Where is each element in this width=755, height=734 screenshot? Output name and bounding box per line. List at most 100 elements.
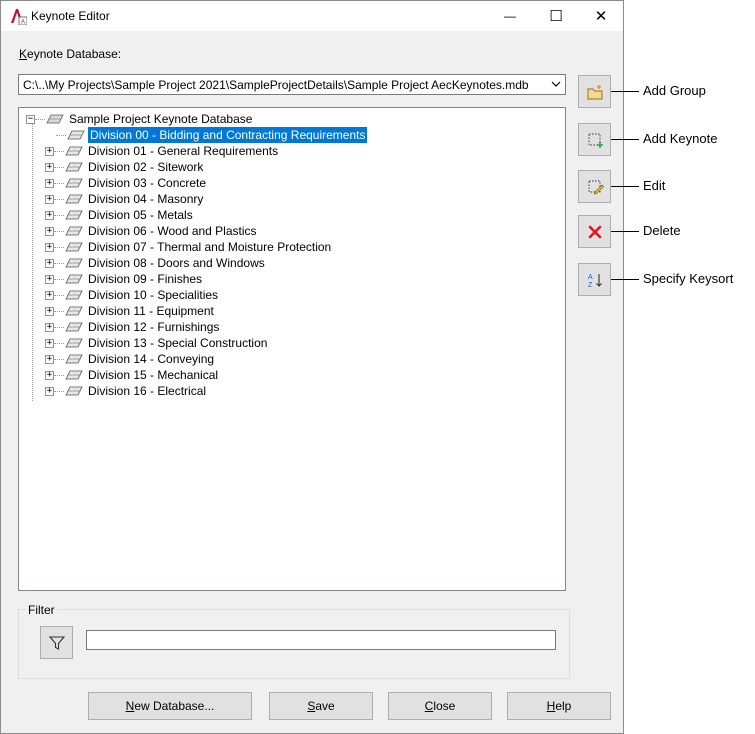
tree-item-label: Division 03 - Concrete bbox=[88, 176, 207, 190]
expand-icon[interactable]: + bbox=[45, 370, 54, 380]
tree-item-label: Division 09 - Finishes bbox=[88, 272, 203, 286]
minimize-button[interactable]: — bbox=[487, 1, 533, 31]
expand-icon[interactable]: + bbox=[45, 178, 54, 188]
expand-icon[interactable]: + bbox=[45, 338, 54, 348]
tree-item[interactable]: Division 00 - Bidding and Contracting Re… bbox=[45, 126, 369, 144]
filter-legend: Filter bbox=[26, 603, 57, 617]
edit-button[interactable] bbox=[578, 170, 611, 203]
tree-item[interactable]: + Division 05 - Metals bbox=[45, 207, 195, 223]
tree-item-label: Division 12 - Furnishings bbox=[88, 320, 220, 334]
close-icon: ✕ bbox=[594, 8, 608, 25]
keynote-database-icon bbox=[46, 114, 64, 124]
minimize-icon: — bbox=[504, 9, 516, 23]
chevron-down-icon[interactable] bbox=[551, 77, 561, 94]
expand-icon[interactable]: + bbox=[45, 210, 54, 220]
tree-item-label: Division 15 - Mechanical bbox=[88, 368, 219, 382]
keynote-group-icon bbox=[67, 130, 85, 140]
tree-item[interactable]: + Division 13 - Special Construction bbox=[45, 335, 269, 351]
tree-item[interactable]: + Division 14 - Conveying bbox=[45, 351, 216, 367]
expand-icon[interactable]: + bbox=[45, 258, 54, 268]
keynote-group-icon bbox=[65, 210, 83, 220]
callout-leader-line bbox=[611, 186, 639, 187]
tree-item[interactable]: + Division 10 - Specialities bbox=[45, 287, 220, 303]
add-group-button[interactable] bbox=[578, 75, 611, 108]
expand-icon[interactable]: + bbox=[45, 386, 54, 396]
save-button[interactable]: Save bbox=[269, 692, 373, 720]
expand-icon[interactable]: + bbox=[45, 306, 54, 316]
callout-label: Delete bbox=[643, 223, 681, 238]
collapse-icon[interactable]: − bbox=[26, 114, 35, 124]
expand-icon[interactable]: + bbox=[45, 242, 54, 252]
tree-branch-line bbox=[54, 310, 64, 312]
funnel-icon bbox=[48, 635, 65, 650]
tree-item[interactable]: + Division 12 - Furnishings bbox=[45, 319, 221, 335]
tree-item-label: Division 13 - Special Construction bbox=[88, 336, 268, 350]
tree-item-label: Division 14 - Conveying bbox=[88, 352, 215, 366]
callout-label: Edit bbox=[643, 178, 666, 193]
expand-icon[interactable]: + bbox=[45, 162, 54, 172]
tree-item[interactable]: + Division 16 - Electrical bbox=[45, 383, 208, 399]
expand-icon[interactable]: + bbox=[45, 290, 54, 300]
close-button[interactable]: Close bbox=[388, 692, 492, 720]
title-bar[interactable]: A Keynote Editor — ☐ ✕ bbox=[1, 1, 623, 31]
tree-branch-line bbox=[54, 166, 64, 168]
new-database-button[interactable]: New Database... bbox=[88, 692, 252, 720]
tree-branch-line bbox=[54, 182, 64, 184]
keynote-group-icon bbox=[65, 194, 83, 204]
expand-icon[interactable]: + bbox=[45, 194, 54, 204]
add-keynote-button[interactable] bbox=[578, 123, 611, 156]
keynote-group-icon bbox=[65, 146, 83, 156]
keynote-group-icon bbox=[65, 258, 83, 268]
tree-item-label: Division 11 - Equipment bbox=[88, 304, 214, 318]
tree-branch-line bbox=[54, 278, 64, 280]
filter-button[interactable] bbox=[40, 626, 73, 659]
keynote-group-icon bbox=[65, 386, 83, 396]
keynote-group-icon bbox=[65, 178, 83, 188]
keynote-database-path-combo[interactable]: C:\..\My Projects\Sample Project 2021\Sa… bbox=[18, 74, 566, 95]
expand-icon[interactable]: + bbox=[45, 274, 54, 284]
delete-button[interactable] bbox=[578, 215, 611, 248]
maximize-button[interactable]: ☐ bbox=[533, 1, 579, 31]
tree-branch-line bbox=[35, 118, 45, 120]
tree-connector-line bbox=[32, 124, 33, 401]
tree-item-label: Division 01 - General Requirements bbox=[88, 144, 279, 158]
expand-icon[interactable]: + bbox=[45, 354, 54, 364]
edit-icon bbox=[588, 180, 604, 194]
tree-item[interactable]: + Division 15 - Mechanical bbox=[45, 367, 220, 383]
keynote-group-icon bbox=[65, 354, 83, 364]
tree-item[interactable]: + Division 11 - Equipment bbox=[45, 303, 216, 319]
keynote-group-icon bbox=[65, 338, 83, 348]
tree-item[interactable]: + Division 09 - Finishes bbox=[45, 271, 204, 287]
tree-root-label: Sample Project Keynote Database bbox=[69, 112, 253, 126]
tree-item[interactable]: + Division 07 - Thermal and Moisture Prot… bbox=[45, 239, 333, 255]
expand-icon[interactable]: + bbox=[45, 226, 54, 236]
callout-leader-line bbox=[611, 279, 639, 280]
tree-root-node[interactable]: − Sample Project Keynote Database bbox=[26, 111, 254, 127]
help-button[interactable]: Help bbox=[507, 692, 611, 720]
keynote-tree-view[interactable]: − Sample Project Keynote Database Divisi… bbox=[18, 107, 566, 591]
keynote-database-label: Keynote Database: bbox=[19, 47, 122, 61]
tree-item[interactable]: + Division 02 - Sitework bbox=[45, 159, 205, 175]
specify-keysort-button[interactable]: AZ bbox=[578, 263, 611, 296]
svg-text:A: A bbox=[21, 20, 25, 26]
tree-branch-line bbox=[54, 342, 64, 344]
close-window-button[interactable]: ✕ bbox=[578, 1, 624, 31]
svg-text:Z: Z bbox=[588, 282, 593, 289]
database-path-value: C:\..\My Projects\Sample Project 2021\Sa… bbox=[23, 78, 529, 92]
expand-icon[interactable]: + bbox=[45, 322, 54, 332]
filter-input[interactable] bbox=[86, 630, 556, 650]
tree-item[interactable]: + Division 06 - Wood and Plastics bbox=[45, 223, 259, 239]
maximize-icon: ☐ bbox=[549, 8, 563, 25]
tree-item[interactable]: + Division 04 - Masonry bbox=[45, 191, 205, 207]
keynote-group-icon bbox=[65, 226, 83, 236]
tree-branch-line bbox=[54, 198, 64, 200]
tree-item-label: Division 02 - Sitework bbox=[88, 160, 204, 174]
expand-icon[interactable]: + bbox=[45, 146, 54, 156]
tree-branch-line bbox=[56, 134, 66, 136]
tree-item[interactable]: + Division 01 - General Requirements bbox=[45, 143, 280, 159]
tree-item[interactable]: + Division 08 - Doors and Windows bbox=[45, 255, 267, 271]
keynote-group-icon bbox=[65, 274, 83, 284]
keynote-group-icon bbox=[65, 162, 83, 172]
tree-item-label: Division 05 - Metals bbox=[88, 208, 193, 222]
tree-item[interactable]: + Division 03 - Concrete bbox=[45, 175, 208, 191]
